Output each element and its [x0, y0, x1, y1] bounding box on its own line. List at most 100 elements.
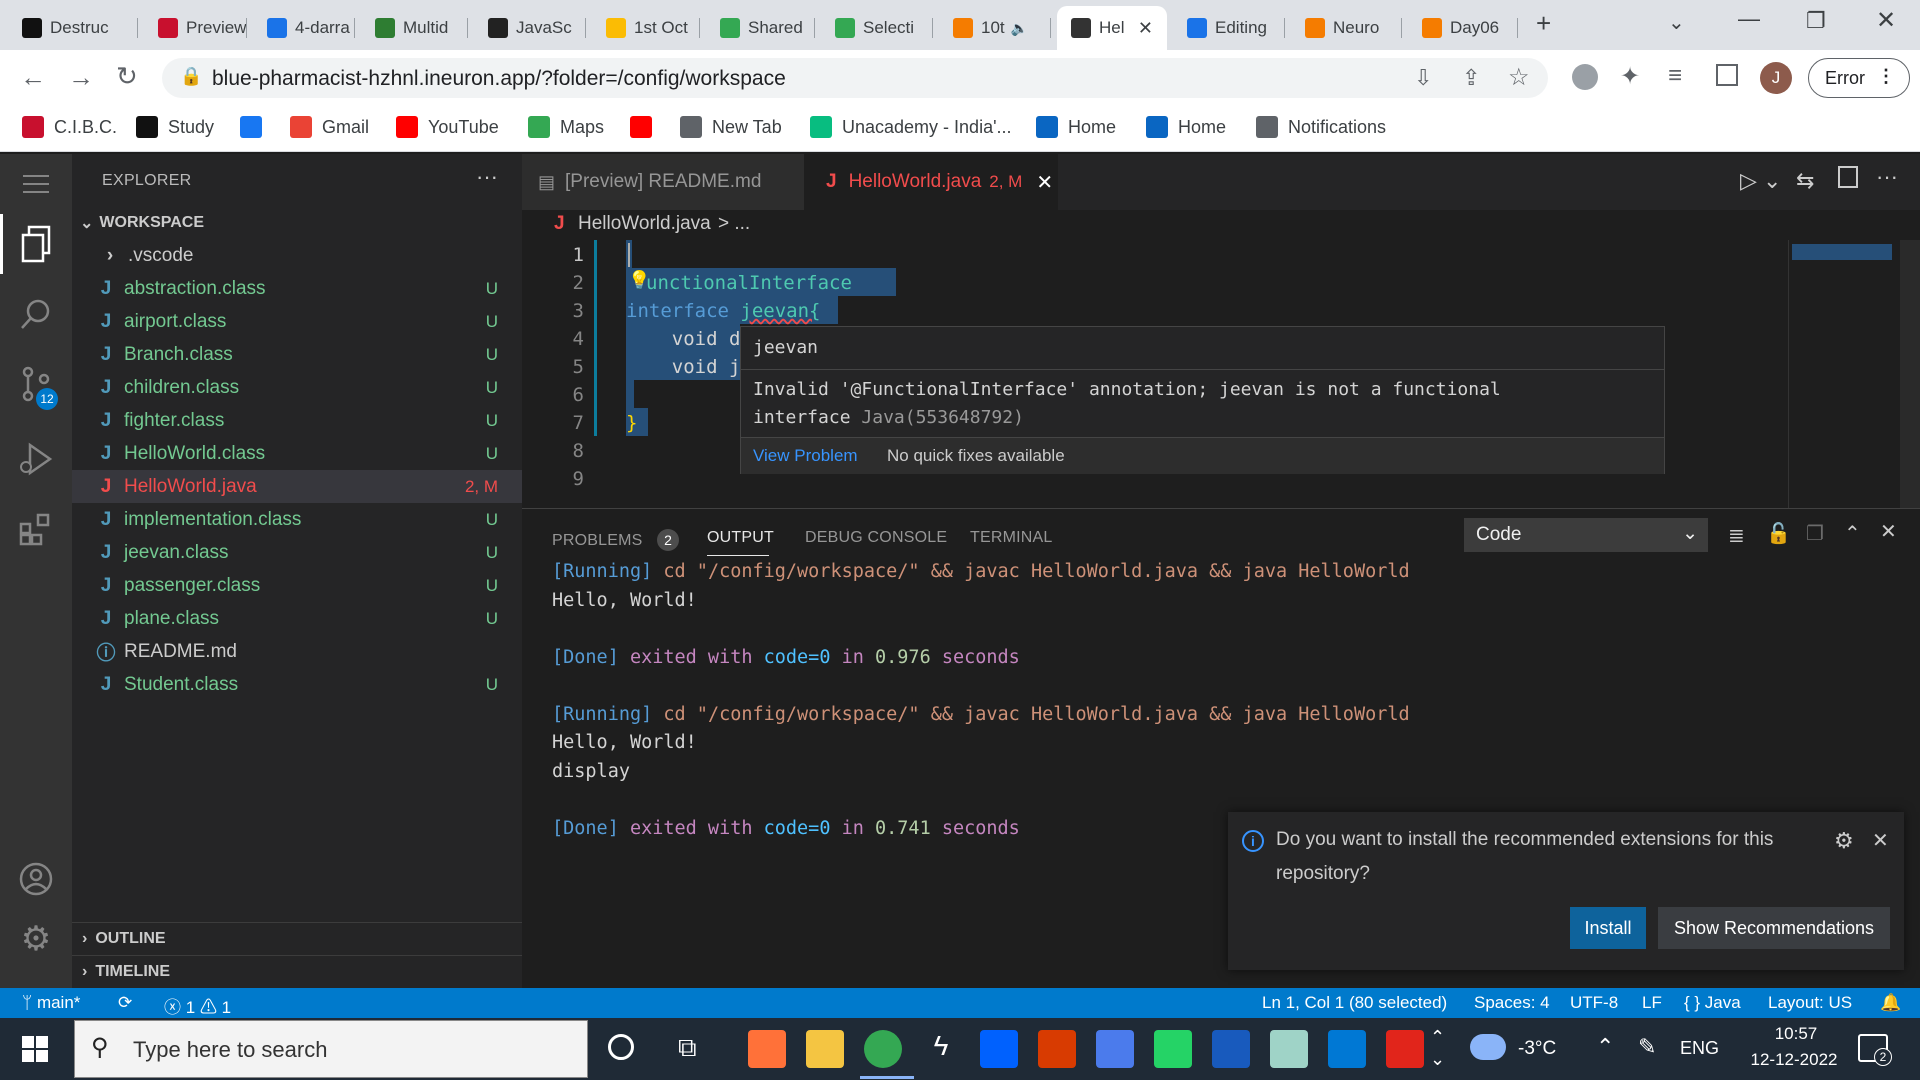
firefox-icon[interactable]: [748, 1030, 786, 1068]
bookmark-item[interactable]: New Tab: [680, 116, 782, 138]
audio-playing-icon[interactable]: 🔈: [1011, 20, 1028, 37]
file-tree-item[interactable]: J Student.class U: [72, 668, 522, 701]
browser-tab[interactable]: Preview: [144, 6, 247, 50]
restore-icon[interactable]: ❐: [1806, 8, 1826, 34]
explorer-more-icon[interactable]: ···: [476, 164, 498, 190]
output-channel-select[interactable]: Code ⌄: [1464, 518, 1708, 552]
breadcrumb-file[interactable]: HelloWorld.java: [578, 213, 711, 235]
open-output-editor-icon[interactable]: ❐: [1806, 521, 1824, 546]
file-tree-item[interactable]: Jabstraction.class U: [72, 272, 522, 305]
language-mode[interactable]: { } Java: [1684, 993, 1741, 1013]
whatsapp-icon[interactable]: [1154, 1030, 1192, 1068]
browser-tab[interactable]: Destruc: [8, 6, 138, 50]
cortana-icon[interactable]: [608, 1034, 634, 1060]
browser-tab[interactable]: Multid: [361, 6, 468, 50]
browser-tab[interactable]: Hel ✕: [1057, 6, 1167, 50]
editor-scrollbar[interactable]: [1900, 240, 1920, 508]
share-icon[interactable]: ⇪: [1462, 65, 1480, 91]
file-explorer-icon[interactable]: [806, 1030, 844, 1068]
branch-status[interactable]: ᛘ main*: [22, 993, 80, 1013]
dropbox-icon[interactable]: [980, 1030, 1018, 1068]
run-debug-icon[interactable]: [0, 429, 72, 489]
address-bar[interactable]: 🔒 blue-pharmacist-hzhnl.ineuron.app/?fol…: [162, 58, 1548, 98]
bookmark-item[interactable]: C.I.B.C.: [22, 116, 117, 138]
editor-more-icon[interactable]: ···: [1876, 164, 1898, 190]
file-tree-item[interactable]: Jimplementation.class U: [72, 503, 522, 536]
indentation[interactable]: Spaces: 4: [1474, 993, 1550, 1013]
bookmark-item[interactable]: Notifications: [1256, 116, 1386, 138]
browser-tab[interactable]: Editing: [1173, 6, 1285, 50]
bookmark-item[interactable]: [630, 116, 662, 138]
browser-tab[interactable]: 1st Oct: [592, 6, 700, 50]
word-icon[interactable]: [1212, 1030, 1250, 1068]
browser-tab[interactable]: 10t 🔈: [939, 6, 1051, 50]
keyboard-layout[interactable]: Layout: US: [1768, 993, 1852, 1013]
pen-icon[interactable]: ✎: [1638, 1034, 1656, 1060]
clock-time[interactable]: 10:57: [1760, 1024, 1832, 1044]
bookmark-item[interactable]: Home: [1036, 116, 1116, 138]
lock-scroll-icon[interactable]: 🔓: [1766, 521, 1791, 546]
extensions-icon[interactable]: [0, 499, 72, 559]
encoding[interactable]: UTF-8: [1570, 993, 1618, 1013]
bookmark-item[interactable]: [240, 116, 272, 138]
notification-settings-gear-icon[interactable]: ⚙: [1834, 828, 1854, 854]
file-tree-item[interactable]: Jplane.class U: [72, 602, 522, 635]
reload-icon[interactable]: ↻: [116, 61, 138, 92]
windows-start-icon[interactable]: [22, 1036, 48, 1067]
clear-output-icon[interactable]: ≣: [1728, 523, 1745, 548]
puzzle-extensions-icon[interactable]: ✦: [1620, 62, 1640, 91]
sync-icon[interactable]: ⟳: [118, 993, 132, 1013]
bookmark-item[interactable]: Study: [136, 116, 214, 138]
action-center-icon[interactable]: 2: [1858, 1034, 1892, 1066]
close-tab-icon[interactable]: ✕: [1036, 170, 1053, 195]
explorer-icon[interactable]: [0, 214, 72, 274]
tab-debug-console[interactable]: DEBUG CONSOLE: [805, 529, 947, 547]
tab-search-chevron-icon[interactable]: ⌄: [1668, 10, 1685, 35]
sublime-icon[interactable]: ϟ: [922, 1030, 960, 1068]
browser-tab[interactable]: Selecti: [821, 6, 933, 50]
extension-icon[interactable]: [1572, 64, 1598, 90]
clock-date[interactable]: 12-12-2022: [1736, 1050, 1852, 1070]
end-of-line[interactable]: LF: [1642, 993, 1662, 1013]
search-icon[interactable]: [0, 284, 72, 344]
notifications-bell-icon[interactable]: 🔔: [1880, 993, 1901, 1013]
run-icon[interactable]: ▷ ⌄: [1740, 168, 1781, 194]
file-tree-item[interactable]: Jjeevan.class U: [72, 536, 522, 569]
minimap[interactable]: [1792, 244, 1892, 260]
breadcrumb-rest[interactable]: > ...: [718, 213, 750, 235]
tab-terminal[interactable]: TERMINAL: [970, 529, 1053, 547]
bookmark-item[interactable]: Unacademy - India'...: [810, 116, 1012, 138]
profile-avatar[interactable]: J: [1760, 62, 1792, 94]
tray-chevron-icon[interactable]: ⌃: [1596, 1034, 1614, 1060]
close-tab-icon[interactable]: ✕: [1138, 18, 1153, 39]
weather-cloud-icon[interactable]: [1470, 1034, 1506, 1060]
view-problem-link[interactable]: View Problem: [753, 446, 858, 466]
url-text[interactable]: blue-pharmacist-hzhnl.ineuron.app/?folde…: [212, 67, 786, 91]
weather-temp[interactable]: -3°C: [1518, 1038, 1556, 1060]
settings-gear-icon[interactable]: ⚙: [0, 909, 72, 969]
file-tree-item[interactable]: Jfighter.class U: [72, 404, 522, 437]
compare-changes-icon[interactable]: ⇆: [1796, 168, 1814, 194]
bookmark-item[interactable]: Maps: [528, 116, 604, 138]
bookmark-item[interactable]: Home: [1146, 116, 1226, 138]
file-tree-item[interactable]: Jairport.class U: [72, 305, 522, 338]
task-view-icon[interactable]: ⧉: [678, 1032, 697, 1064]
input-language[interactable]: ENG: [1680, 1038, 1719, 1059]
vscode-icon[interactable]: [1328, 1030, 1366, 1068]
show-recommendations-button[interactable]: Show Recommendations: [1658, 907, 1890, 949]
browser-tab[interactable]: Day06: [1408, 6, 1518, 50]
browser-tab[interactable]: Shared: [706, 6, 815, 50]
file-tree-item[interactable]: Jchildren.class U: [72, 371, 522, 404]
minimize-icon[interactable]: —: [1738, 6, 1760, 32]
file-tree-item[interactable]: Jpassenger.class U: [72, 569, 522, 602]
notification-close-icon[interactable]: ✕: [1872, 828, 1889, 853]
notepad-icon[interactable]: [1270, 1030, 1308, 1068]
bookmark-star-icon[interactable]: ☆: [1508, 63, 1530, 92]
browser-tab[interactable]: JavaSc: [474, 6, 586, 50]
install-app-icon[interactable]: ⇩: [1414, 65, 1432, 91]
lock-icon[interactable]: 🔒: [180, 66, 202, 87]
tab-helloworld-java[interactable]: J HelloWorld.java 2, M ✕: [804, 154, 1058, 210]
taskbar-search-box[interactable]: ⚲ Type here to search: [74, 1020, 588, 1078]
error-button[interactable]: Error ⋮: [1808, 58, 1910, 98]
office-icon[interactable]: [1038, 1030, 1076, 1068]
